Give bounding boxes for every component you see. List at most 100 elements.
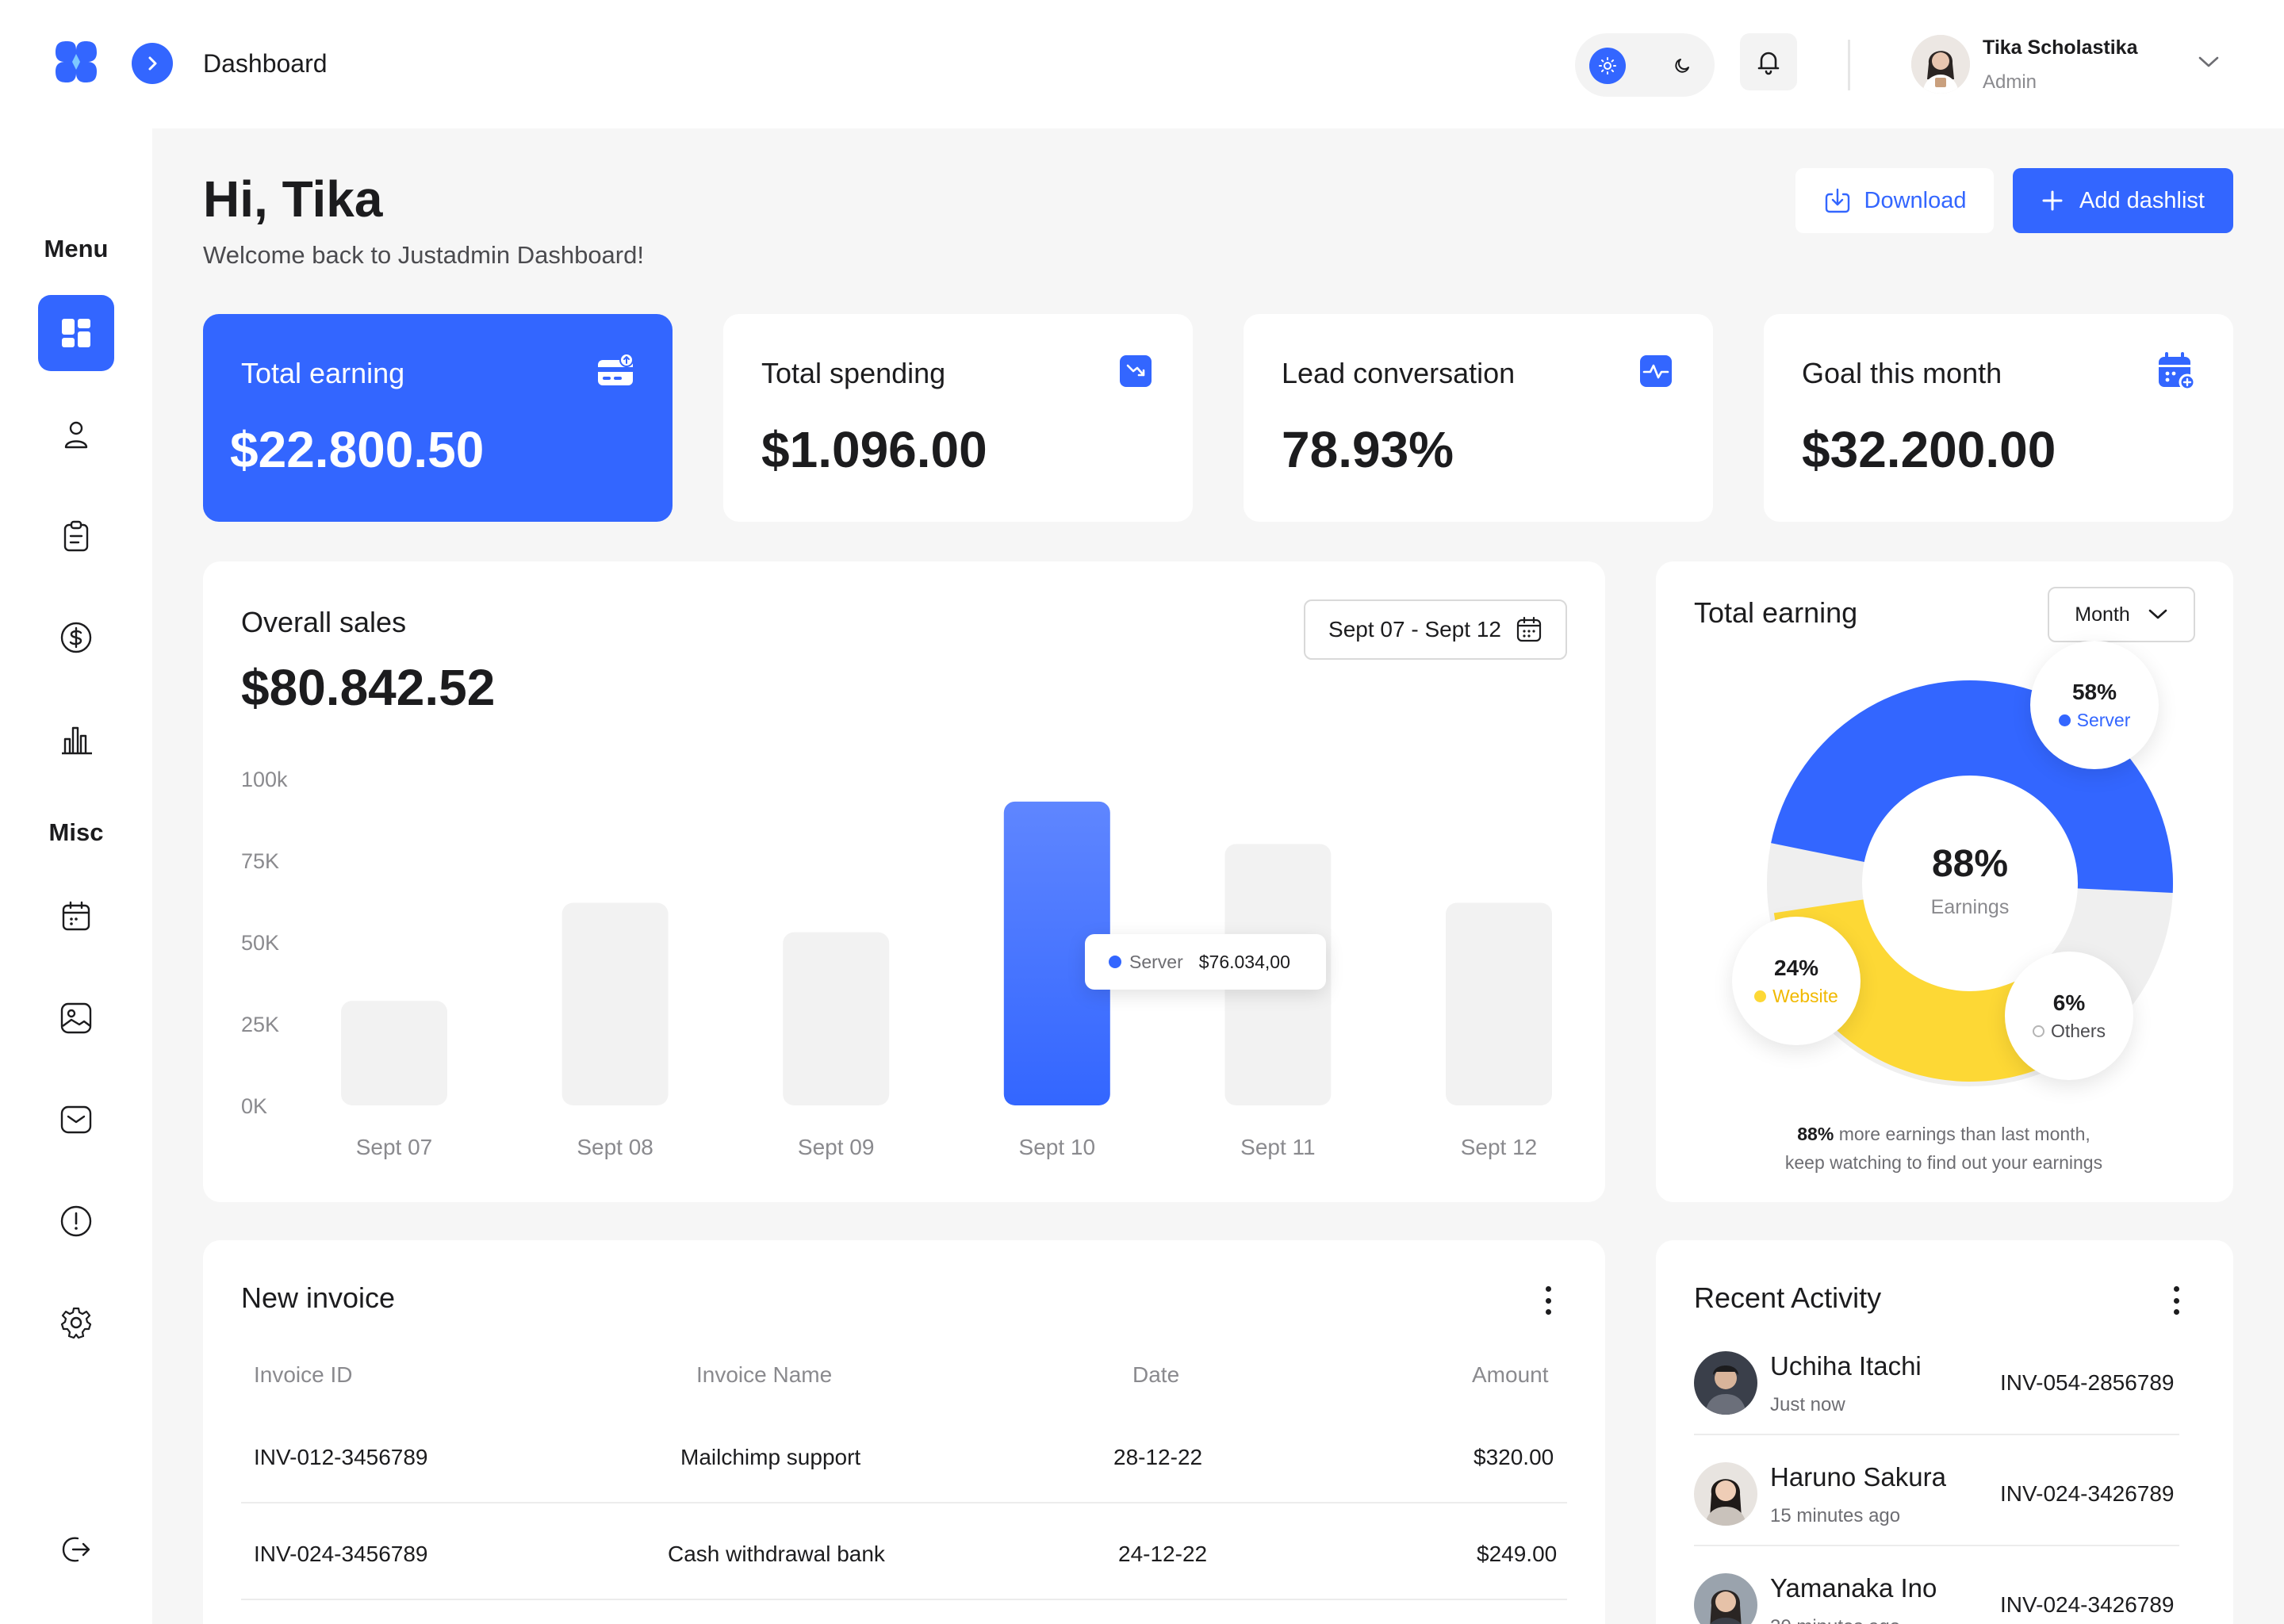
- stat-card-total-earning[interactable]: Total earning $22.800.50: [203, 314, 673, 522]
- download-button[interactable]: Download: [1795, 168, 1994, 233]
- activity-divider: [1694, 1545, 2179, 1546]
- column-header-date[interactable]: Date: [1132, 1362, 1179, 1388]
- segment-bubble-others: 6% Others: [2005, 952, 2133, 1080]
- y-tick-label: 100k: [241, 768, 288, 791]
- more-options-button[interactable]: [2168, 1283, 2184, 1318]
- bar-sept-12[interactable]: [1446, 902, 1552, 1105]
- x-tick-label: Sept 09: [798, 1135, 875, 1159]
- stat-label: Total earning: [241, 357, 405, 389]
- sidebar-item-gallery[interactable]: [38, 980, 114, 1056]
- y-tick-label: 50K: [241, 931, 279, 955]
- bell-icon: [1757, 52, 1780, 75]
- calendar-goal-icon: [2157, 352, 2195, 390]
- donut-center-value: 88%: [1931, 843, 2009, 885]
- stat-label: Lead conversation: [1282, 357, 1516, 389]
- activity-divider: [1694, 1434, 2179, 1435]
- activity-icon: [1637, 352, 1675, 390]
- stat-card-goal-this-month[interactable]: Goal this month $32.200.00: [1764, 314, 2233, 522]
- logout-button[interactable]: [38, 1511, 114, 1588]
- dollar-icon: [60, 622, 92, 653]
- menu-heading: Menu: [44, 235, 109, 262]
- column-header-invoice-name[interactable]: Invoice Name: [696, 1362, 832, 1388]
- add-dashlist-button[interactable]: Add dashlist: [2013, 168, 2233, 233]
- chart-tooltip: Server $76.034,00: [1085, 934, 1326, 990]
- avatar: [1694, 1351, 1757, 1415]
- total-earning-panel: Total earning Month 88% Earnings 58% Ser…: [1656, 561, 2233, 1202]
- top-bar: Dashboard Tika Scholastika Admin: [0, 0, 2284, 128]
- segment-label: Others: [2032, 1021, 2106, 1042]
- bar-sept-08[interactable]: [561, 902, 669, 1105]
- x-tick-label: Sept 07: [356, 1135, 433, 1159]
- cell-invoice-id: INV-012-3456789: [254, 1445, 428, 1469]
- activity-invoice: INV-024-3426789: [2000, 1481, 2175, 1506]
- activity-invoice: INV-024-3426789: [2000, 1592, 2175, 1617]
- segment-percent: 24%: [1773, 955, 1819, 980]
- sidebar-item-inbox[interactable]: [38, 1082, 114, 1158]
- user-icon: [64, 421, 88, 449]
- segment-bubble-server: 58% Server: [2030, 641, 2159, 769]
- more-options-button[interactable]: [1540, 1283, 1556, 1318]
- row-divider: [241, 1599, 1567, 1600]
- segment-name: Website: [1772, 985, 1838, 1006]
- activity-time: 15 minutes ago: [1770, 1505, 1901, 1526]
- panel-title: New invoice: [241, 1281, 396, 1314]
- stat-label: Total spending: [761, 357, 946, 389]
- earning-note-line1: more earnings than last month,: [1838, 1124, 2090, 1144]
- stat-value: $22.800.50: [230, 421, 485, 478]
- light-mode-button[interactable]: [1589, 48, 1626, 84]
- sidebar-item-calendar[interactable]: [38, 879, 114, 955]
- x-tick-label: Sept 11: [1240, 1135, 1315, 1159]
- sidebar-item-users[interactable]: [38, 396, 114, 473]
- bar-sept-07[interactable]: [341, 1001, 447, 1105]
- sidebar-item-analytics[interactable]: [38, 701, 114, 777]
- stat-card-total-spending[interactable]: Total spending $1.096.00: [723, 314, 1193, 522]
- sidebar-toggle-button[interactable]: [132, 43, 173, 84]
- bar-sept-09[interactable]: [783, 932, 890, 1105]
- y-tick-label: 0K: [241, 1094, 267, 1118]
- overall-sales-panel: Overall sales $80.842.52 Sept 07 - Sept …: [203, 561, 1605, 1202]
- avatar: [1694, 1462, 1757, 1526]
- activity-user-name: Haruno Sakura: [1770, 1462, 1946, 1492]
- app-logo[interactable]: [54, 40, 98, 84]
- chevron-down-icon[interactable]: [2197, 54, 2221, 70]
- earning-note-strong: 88%: [1797, 1124, 1834, 1144]
- stat-card-lead-conversation[interactable]: Lead conversation 78.93%: [1244, 314, 1713, 522]
- sidebar-item-tasks[interactable]: [38, 498, 114, 574]
- legend-dot: [2058, 714, 2071, 726]
- segment-percent: 6%: [2052, 990, 2086, 1015]
- y-tick-label: 75K: [241, 849, 279, 873]
- sidebar: Menu Misc: [0, 128, 152, 1624]
- sidebar-item-dashboard[interactable]: [38, 295, 114, 371]
- user-avatar[interactable]: [1911, 35, 1970, 94]
- sidebar-item-reports[interactable]: [38, 1183, 114, 1259]
- activity-time: 20 minutes ago: [1770, 1616, 1900, 1624]
- column-header-amount[interactable]: Amount: [1472, 1362, 1549, 1388]
- stat-value: $32.200.00: [1802, 421, 2056, 478]
- plus-icon: [2042, 190, 2063, 211]
- theme-switch[interactable]: [1575, 33, 1715, 97]
- download-label: Download: [1864, 187, 1967, 213]
- tooltip-series: Server: [1129, 951, 1183, 972]
- user-name[interactable]: Tika Scholastika: [1983, 36, 2137, 59]
- earning-donut-chart: [1767, 680, 2173, 1086]
- inbox-icon: [60, 1105, 92, 1134]
- sidebar-item-settings[interactable]: [38, 1285, 114, 1361]
- dark-mode-button[interactable]: [1664, 48, 1700, 84]
- header-divider: [1848, 40, 1850, 90]
- activity-invoice: INV-054-2856789: [2000, 1370, 2175, 1395]
- earning-note-line2: keep watching to find out your earnings: [1784, 1152, 2103, 1173]
- row-divider: [241, 1502, 1567, 1503]
- segment-bubble-website: 24% Website: [1732, 917, 1861, 1045]
- page-title: Dashboard: [203, 49, 328, 78]
- dashboard-icon: [62, 319, 90, 347]
- sidebar-item-finance[interactable]: [38, 599, 114, 676]
- notifications-button[interactable]: [1740, 33, 1797, 90]
- legend-dot: [1109, 956, 1121, 968]
- panel-title: Recent Activity: [1694, 1281, 1882, 1314]
- cell-amount: $249.00: [1477, 1542, 1558, 1566]
- column-header-invoice-id[interactable]: Invoice ID: [254, 1362, 353, 1388]
- activity-time: Just now: [1770, 1394, 1845, 1415]
- activity-user-name: Uchiha Itachi: [1770, 1351, 1922, 1381]
- cell-invoice-name: Mailchimp support: [680, 1445, 861, 1469]
- logout-icon: [62, 1537, 90, 1562]
